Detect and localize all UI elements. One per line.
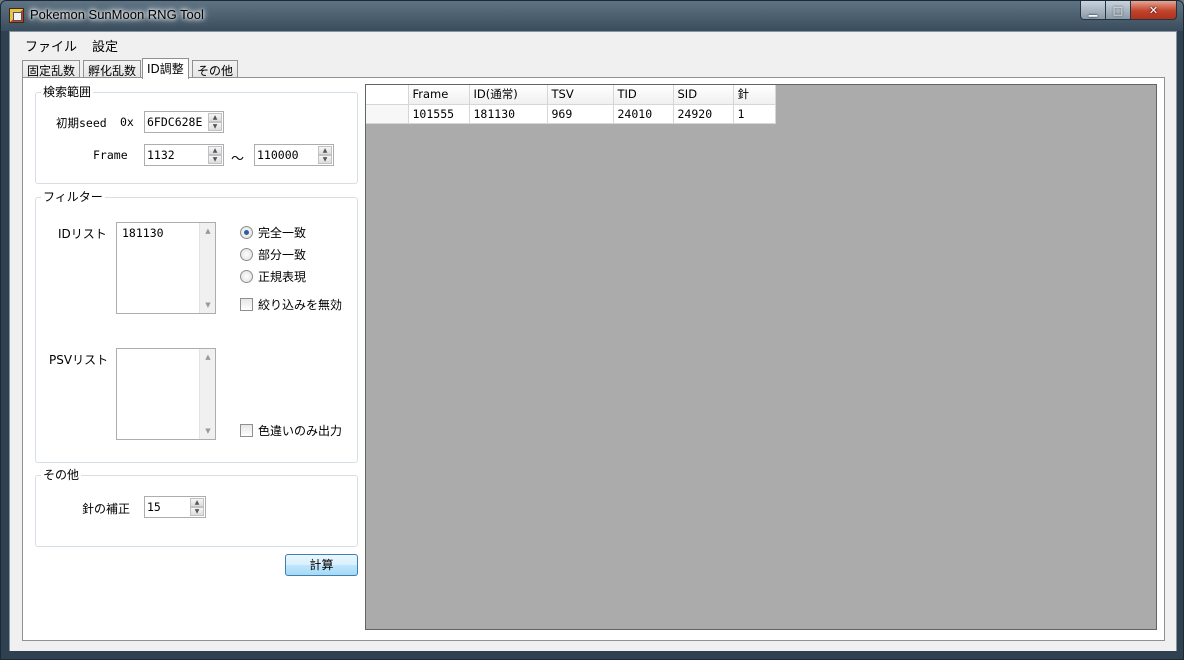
shiny-only-checkbox[interactable]: 色違いのみ出力 xyxy=(240,422,342,439)
menu-file[interactable]: ファイル xyxy=(19,36,83,55)
filter-group: フィルター IDリスト 181130 ▲ ▼ 完全一致 部分一致 正規表現 絞り… xyxy=(35,190,358,463)
stepper-down-icon[interactable]: ▼ xyxy=(208,122,222,131)
col-tid[interactable]: TID xyxy=(613,85,674,105)
scroll-down-icon[interactable]: ▼ xyxy=(200,297,216,313)
scroll-up-icon[interactable]: ▲ xyxy=(200,223,216,239)
tab-id-adjust[interactable]: ID調整 xyxy=(142,58,189,79)
psv-list-label: PSVリスト xyxy=(49,353,109,367)
frame-end-value: 110000 xyxy=(257,148,299,162)
minimize-button[interactable]: ▁ xyxy=(1080,1,1106,20)
seed-value: 6FDC628E xyxy=(147,115,203,129)
search-range-title: 検索範囲 xyxy=(41,85,94,99)
frame-label: Frame xyxy=(93,148,128,162)
disable-filter-label: 絞り込みを無効 xyxy=(258,298,343,312)
radio-regex[interactable]: 正規表現 xyxy=(240,268,306,285)
stepper-down-icon[interactable]: ▼ xyxy=(190,507,204,516)
maximize-button[interactable]: □ xyxy=(1106,1,1131,20)
app-window: Pokemon SunMoon RNG Tool ▁ □ ✕ ファイル 設定 固… xyxy=(0,0,1184,660)
radio-exact-label: 完全一致 xyxy=(258,226,307,240)
scroll-down-icon[interactable]: ▼ xyxy=(200,423,216,439)
radio-icon[interactable] xyxy=(240,270,253,283)
grid-header-row: Frame ID(通常) TSV TID SID 針 xyxy=(366,85,776,105)
search-range-group: 検索範囲 初期seed 0x 6FDC628E ▲ ▼ Frame 1132 ▲… xyxy=(35,85,358,184)
radio-icon[interactable] xyxy=(240,248,253,261)
psv-list-textarea[interactable]: ▲ ▼ xyxy=(116,348,216,440)
stepper-up-icon[interactable]: ▲ xyxy=(190,498,204,507)
frame-end-stepper[interactable]: ▲ ▼ xyxy=(318,146,332,164)
id-list-textarea[interactable]: 181130 ▲ ▼ xyxy=(116,222,216,314)
col-frame[interactable]: Frame xyxy=(408,85,470,105)
other-title: その他 xyxy=(41,468,82,482)
tab-page-id-adjust: 検索範囲 初期seed 0x 6FDC628E ▲ ▼ Frame 1132 ▲… xyxy=(22,77,1165,641)
frame-start-value: 1132 xyxy=(147,148,175,162)
stepper-up-icon[interactable]: ▲ xyxy=(318,146,332,155)
other-group: その他 針の補正 15 ▲ ▼ xyxy=(35,468,358,547)
stepper-down-icon[interactable]: ▼ xyxy=(318,155,332,164)
col-sid[interactable]: SID xyxy=(673,85,734,105)
col-id[interactable]: ID(通常) xyxy=(469,85,548,105)
needle-value: 15 xyxy=(147,500,161,514)
seed-stepper[interactable]: ▲ ▼ xyxy=(208,113,222,131)
radio-partial-match[interactable]: 部分一致 xyxy=(240,246,306,263)
results-table: Frame ID(通常) TSV TID SID 針 101555 181130… xyxy=(366,85,776,124)
results-grid[interactable]: Frame ID(通常) TSV TID SID 針 101555 181130… xyxy=(365,84,1157,630)
id-list-scrollbar[interactable]: ▲ ▼ xyxy=(199,223,215,313)
frame-start-stepper[interactable]: ▲ ▼ xyxy=(208,146,222,164)
cell-tsv[interactable]: 969 xyxy=(547,104,614,124)
shiny-only-label: 色違いのみ出力 xyxy=(258,424,343,438)
client-area: ファイル 設定 固定乱数 孵化乱数 ID調整 その他 検索範囲 初期seed 0… xyxy=(9,31,1177,653)
grid-corner[interactable] xyxy=(366,85,409,105)
col-needle[interactable]: 針 xyxy=(733,85,776,105)
app-icon[interactable] xyxy=(9,8,24,23)
range-separator: ～ xyxy=(231,152,245,167)
stepper-up-icon[interactable]: ▲ xyxy=(208,146,222,155)
radio-checked-icon[interactable] xyxy=(240,226,253,239)
filter-title: フィルター xyxy=(41,190,105,204)
needle-input[interactable]: 15 ▲ ▼ xyxy=(144,496,206,518)
menu-bar: ファイル 設定 xyxy=(10,32,1176,56)
cell-frame[interactable]: 101555 xyxy=(408,104,470,124)
disable-filter-checkbox[interactable]: 絞り込みを無効 xyxy=(240,296,342,313)
stepper-up-icon[interactable]: ▲ xyxy=(208,113,222,122)
stepper-down-icon[interactable]: ▼ xyxy=(208,155,222,164)
window-title: Pokemon SunMoon RNG Tool xyxy=(30,7,204,22)
cell-sid[interactable]: 24920 xyxy=(673,104,734,124)
id-list-value: 181130 xyxy=(122,226,164,240)
cell-needle[interactable]: 1 xyxy=(733,104,776,124)
cell-tid[interactable]: 24010 xyxy=(613,104,674,124)
scroll-up-icon[interactable]: ▲ xyxy=(200,349,216,365)
title-bar[interactable]: Pokemon SunMoon RNG Tool ▁ □ ✕ xyxy=(1,1,1183,31)
col-tsv[interactable]: TSV xyxy=(547,85,614,105)
psv-list-scrollbar[interactable]: ▲ ▼ xyxy=(199,349,215,439)
needle-label: 針の補正 xyxy=(82,502,131,516)
close-button[interactable]: ✕ xyxy=(1131,1,1177,20)
cell-id[interactable]: 181130 xyxy=(469,104,548,124)
calculate-button[interactable]: 計算 xyxy=(285,554,358,576)
seed-input[interactable]: 6FDC628E ▲ ▼ xyxy=(144,111,224,133)
needle-stepper[interactable]: ▲ ▼ xyxy=(190,498,204,516)
checkbox-icon[interactable] xyxy=(240,298,253,311)
frame-start-input[interactable]: 1132 ▲ ▼ xyxy=(144,144,224,166)
table-row[interactable]: 101555 181130 969 24010 24920 1 xyxy=(366,104,776,124)
hex-prefix-label: 0x xyxy=(120,115,134,129)
tab-fixed-rng[interactable]: 固定乱数 xyxy=(22,60,81,78)
tab-other[interactable]: その他 xyxy=(192,60,239,78)
frame-end-input[interactable]: 110000 ▲ ▼ xyxy=(254,144,334,166)
menu-settings[interactable]: 設定 xyxy=(86,36,124,55)
radio-regex-label: 正規表現 xyxy=(258,270,307,284)
tab-egg-rng[interactable]: 孵化乱数 xyxy=(83,60,142,78)
row-header[interactable] xyxy=(366,104,409,124)
id-list-label: IDリスト xyxy=(58,227,107,241)
caption-buttons: ▁ □ ✕ xyxy=(1080,1,1177,21)
radio-partial-label: 部分一致 xyxy=(258,248,307,262)
radio-exact-match[interactable]: 完全一致 xyxy=(240,224,306,241)
checkbox-icon[interactable] xyxy=(240,424,253,437)
window-bottom-border xyxy=(1,651,1183,659)
seed-label: 初期seed xyxy=(56,116,107,130)
